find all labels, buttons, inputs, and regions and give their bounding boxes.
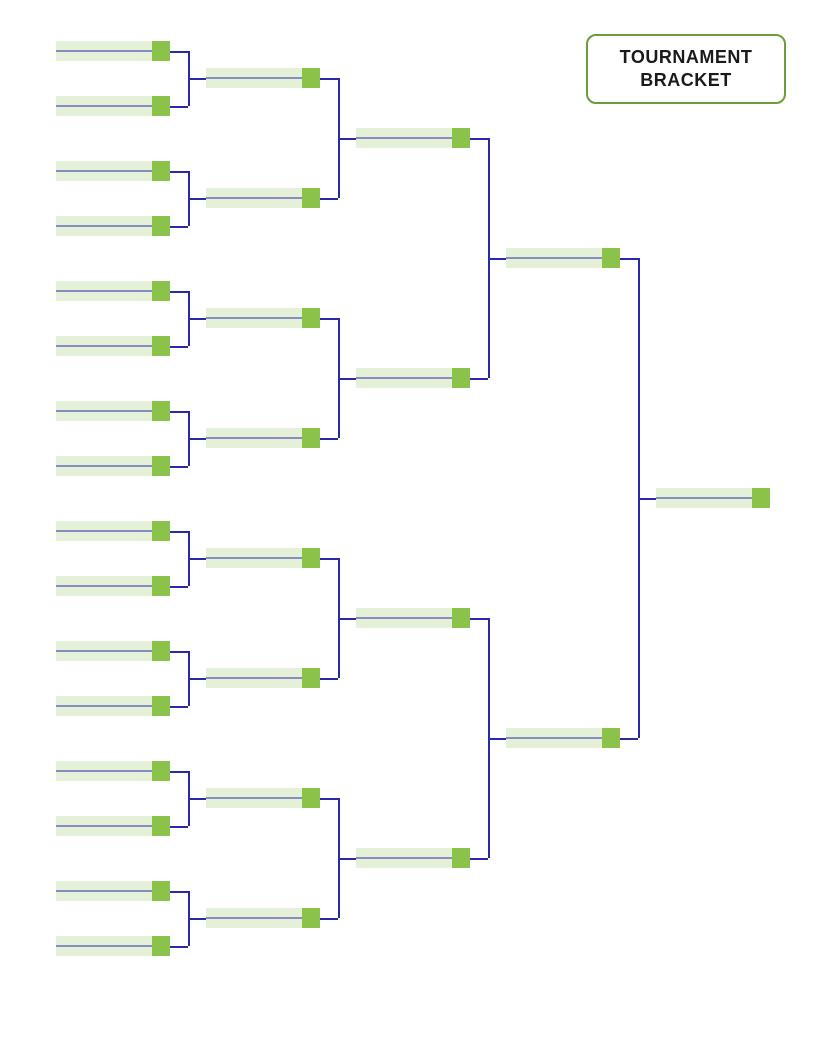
connector bbox=[170, 891, 188, 893]
bracket-slot-r1-9[interactable] bbox=[56, 521, 170, 541]
connector bbox=[320, 318, 338, 320]
bracket-slot-r1-16[interactable] bbox=[56, 936, 170, 956]
bracket-slot-r1-5[interactable] bbox=[56, 281, 170, 301]
bracket-slot-r1-10[interactable] bbox=[56, 576, 170, 596]
bracket-slot-r2-1[interactable] bbox=[206, 68, 320, 88]
connector bbox=[170, 51, 188, 53]
title-text: TOURNAMENT BRACKET bbox=[588, 46, 784, 93]
bracket-slot-r1-3[interactable] bbox=[56, 161, 170, 181]
bracket-slot-r3-3[interactable] bbox=[356, 608, 470, 628]
connector bbox=[170, 586, 188, 588]
connector bbox=[470, 858, 488, 860]
bracket-slot-r1-2[interactable] bbox=[56, 96, 170, 116]
connector bbox=[170, 826, 188, 828]
connector bbox=[470, 378, 488, 380]
bracket-slot-r1-7[interactable] bbox=[56, 401, 170, 421]
connector bbox=[188, 678, 206, 680]
bracket-slot-r2-8[interactable] bbox=[206, 908, 320, 928]
connector bbox=[188, 558, 206, 560]
bracket-slot-r1-12[interactable] bbox=[56, 696, 170, 716]
connector bbox=[188, 918, 206, 920]
connector bbox=[188, 198, 206, 200]
connector bbox=[170, 706, 188, 708]
connector bbox=[170, 946, 188, 948]
bracket-slot-r2-2[interactable] bbox=[206, 188, 320, 208]
connector bbox=[170, 106, 188, 108]
bracket-slot-r1-6[interactable] bbox=[56, 336, 170, 356]
connector bbox=[170, 771, 188, 773]
connector bbox=[170, 411, 188, 413]
connector bbox=[488, 258, 506, 260]
connector bbox=[320, 798, 338, 800]
bracket-slot-r2-4[interactable] bbox=[206, 428, 320, 448]
connector bbox=[338, 618, 356, 620]
bracket-slot-r1-14[interactable] bbox=[56, 816, 170, 836]
connector bbox=[470, 138, 488, 140]
bracket-slot-r2-6[interactable] bbox=[206, 668, 320, 688]
title-box: TOURNAMENT BRACKET bbox=[586, 34, 786, 104]
connector bbox=[170, 531, 188, 533]
connector bbox=[320, 438, 338, 440]
bracket-slot-winner[interactable] bbox=[656, 488, 770, 508]
bracket-slot-r1-8[interactable] bbox=[56, 456, 170, 476]
connector bbox=[188, 78, 206, 80]
bracket-slot-r2-7[interactable] bbox=[206, 788, 320, 808]
bracket-slot-r1-15[interactable] bbox=[56, 881, 170, 901]
bracket-slot-r1-13[interactable] bbox=[56, 761, 170, 781]
connector bbox=[320, 78, 338, 80]
connector bbox=[338, 138, 356, 140]
connector bbox=[188, 798, 206, 800]
bracket-slot-r2-5[interactable] bbox=[206, 548, 320, 568]
connector bbox=[170, 171, 188, 173]
connector bbox=[320, 198, 338, 200]
bracket-slot-r1-4[interactable] bbox=[56, 216, 170, 236]
connector bbox=[188, 438, 206, 440]
connector bbox=[338, 378, 356, 380]
connector bbox=[338, 858, 356, 860]
connector bbox=[170, 346, 188, 348]
connector bbox=[170, 651, 188, 653]
connector bbox=[170, 291, 188, 293]
bracket-slot-r3-2[interactable] bbox=[356, 368, 470, 388]
connector bbox=[620, 258, 638, 260]
connector bbox=[320, 558, 338, 560]
bracket-slot-r4-2[interactable] bbox=[506, 728, 620, 748]
bracket-slot-r1-11[interactable] bbox=[56, 641, 170, 661]
connector bbox=[170, 226, 188, 228]
connector bbox=[320, 678, 338, 680]
bracket-slot-r3-4[interactable] bbox=[356, 848, 470, 868]
bracket-slot-r1-1[interactable] bbox=[56, 41, 170, 61]
connector bbox=[620, 738, 638, 740]
connector bbox=[470, 618, 488, 620]
bracket-slot-r2-3[interactable] bbox=[206, 308, 320, 328]
connector bbox=[638, 498, 656, 500]
bracket-slot-r3-1[interactable] bbox=[356, 128, 470, 148]
connector bbox=[170, 466, 188, 468]
connector bbox=[320, 918, 338, 920]
connector bbox=[488, 738, 506, 740]
bracket-slot-r4-1[interactable] bbox=[506, 248, 620, 268]
connector bbox=[188, 318, 206, 320]
